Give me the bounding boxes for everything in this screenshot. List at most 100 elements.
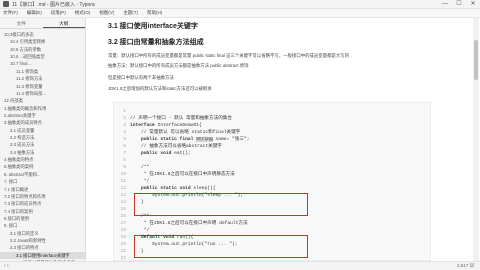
code-token: } — [130, 200, 144, 205]
toggle-sidebar-icon[interactable]: ‹ › — [4, 263, 9, 269]
code-block[interactable]: 1 2// 声明一个接口 - 默认 常量和抽象方法的集合 3 interface In… — [113, 102, 431, 261]
menu-file[interactable]: 文件(F) — [3, 10, 18, 16]
code-line: 4 // 常量默认 可以省略 static和final关键字 — [114, 129, 432, 136]
outline-item[interactable]: 11.4 修饰局部... — [0, 90, 85, 97]
outline-item[interactable]: 7.1 接口概述 — [0, 186, 85, 193]
outline-item[interactable]: 12 内部类 — [0, 97, 85, 104]
code-token: public static void — [130, 186, 191, 191]
sidebar-tabs: 文件 大纲 — [0, 18, 85, 29]
outline-item[interactable]: 10.4 引用类型转换 — [0, 38, 85, 45]
code-token: "run ... " — [204, 242, 233, 247]
menu-help[interactable]: 帮助(H) — [147, 10, 162, 16]
outline-item[interactable]: 3.4 抽象方法 — [0, 149, 85, 156]
outline-item[interactable]: 7.3 接口的成员特点 — [0, 200, 85, 207]
scrollbar-thumb[interactable] — [474, 40, 478, 80]
status-bar: ‹ › 2,617 词 — [0, 261, 480, 270]
menu-format[interactable]: 格式(O) — [75, 10, 91, 16]
sidebar: 文件 大纲 10.3接口的多态 10.4 引用类型转换 10.5 方法的参数 10.6… — [0, 18, 86, 261]
menu-paragraph[interactable]: 段落(P) — [51, 10, 66, 16]
heading-interface-keyword: 3.1 接口使用interface关键字 — [108, 23, 198, 30]
outline-item[interactable]: 10.6 ...返回值类型 — [0, 53, 85, 60]
line-number: 3 — [123, 123, 126, 128]
code-token: */ — [130, 228, 150, 233]
code-token: interface — [130, 123, 155, 128]
editor[interactable]: 3.1 接口使用interface关键字 3.2 接口由常量和抽象方法组成 常量… — [87, 18, 480, 261]
code-token: // 常量默认 可以省略 static和final关键字 — [130, 130, 241, 135]
outline-item[interactable]: 4.抽象类的特点 — [0, 156, 85, 163]
outline-item[interactable]: 7. 接口 — [0, 178, 85, 185]
code-line: 14 } — [114, 199, 432, 206]
code-token: // 抽象方法可以省略abstract关键字 — [130, 144, 222, 149]
word-count[interactable]: 2,617 词 — [457, 263, 474, 269]
code-line: 5 public static final String name= "张三"; — [114, 136, 432, 143]
outline-item[interactable]: 9. 接口 — [0, 222, 85, 229]
outline-item[interactable]: 7.4 接口的案例 — [0, 208, 85, 215]
outline-item[interactable]: 7.2 接口的特点和作用 — [0, 193, 85, 200]
tab-files[interactable]: 文件 — [0, 18, 43, 28]
code-token: ); — [237, 193, 244, 198]
code-token: System.out.println( — [130, 193, 205, 198]
outline-item[interactable]: 11.1 修饰类 — [0, 68, 85, 75]
code-token: ; — [246, 137, 250, 142]
outline-item[interactable]: 6. abstract不能和... — [0, 171, 85, 178]
line-number: 1 — [123, 109, 126, 114]
menu-view[interactable]: 视图(V) — [99, 10, 114, 16]
outline-item[interactable]: 5.抽象类的案例 — [0, 163, 85, 170]
line-number: 20 — [120, 242, 126, 247]
code-token: run(){ — [174, 235, 194, 240]
menu-theme[interactable]: 主题(T) — [123, 10, 138, 16]
code-line: 8 — [114, 157, 432, 164]
code-line: 3 interface InterfaceDemo01{ — [114, 122, 432, 129]
vertical-scrollbar[interactable] — [473, 18, 479, 261]
heading-constants-abstract: 3.2 接口由常量和抽象方法组成 — [108, 39, 204, 46]
code-token: InterfaceDemo01{ — [154, 123, 202, 128]
tab-outline[interactable]: 大纲 — [42, 18, 85, 28]
outline-item[interactable]: 3.3 接口的特点 — [0, 244, 85, 251]
outline-item[interactable]: 3.2 构造方法 — [0, 134, 85, 141]
line-number: 2 — [123, 116, 126, 121]
outline-item[interactable]: 10.7 final... — [0, 60, 85, 67]
line-number: 6 — [123, 144, 126, 149]
line-number: 14 — [120, 200, 126, 205]
close-button[interactable]: ✕ — [466, 0, 480, 9]
line-number: 10 — [120, 172, 126, 177]
paragraph-jdk18: JDK1.8之后增加的默认方法和static方法还可以被继承 — [108, 86, 212, 91]
code-line: 1 — [114, 108, 432, 115]
code-token: } — [130, 249, 144, 254]
line-number: 12 — [120, 186, 126, 191]
app-icon — [3, 1, 9, 7]
outline-item[interactable]: 3.1 接口的定义 — [0, 230, 85, 237]
maximize-button[interactable]: ☐ — [452, 0, 466, 9]
line-number: 17 — [120, 221, 126, 226]
outline-item[interactable]: 3.3 成员方法 — [0, 141, 85, 148]
code-line: 9 /** — [114, 164, 432, 171]
outline-item[interactable]: 2.abstract关键字 — [0, 112, 85, 119]
code-token: public static final — [130, 137, 197, 142]
outline-item[interactable]: 3.1 接口使用interface关键字 — [0, 251, 85, 260]
outline-item[interactable]: 3.抽象类的成员特点 — [0, 119, 85, 126]
outline-item[interactable]: 8.接口的使用 — [0, 215, 85, 222]
code-token: "sleep ... " — [204, 193, 238, 198]
outline-item[interactable]: 11.2 修饰方法 — [0, 75, 85, 82]
code-token: * 在JDK1.8之后可以在接口中声明 default方法 — [130, 221, 248, 226]
code-token: */ — [130, 179, 150, 184]
code-token: eat(); — [171, 151, 191, 156]
outline-item[interactable]: 10.3接口的多态 — [0, 31, 85, 38]
code-token: /** — [130, 165, 150, 170]
code-line: 17 * 在JDK1.8之后可以在接口中声明 default方法 — [114, 220, 432, 227]
code-line: 20 System.out.println("run ... "); — [114, 241, 432, 248]
menu-edit[interactable]: 编辑(E) — [27, 10, 42, 16]
outline-item[interactable]: 10.5 方法的参数 — [0, 46, 85, 53]
outline-item[interactable]: 3.1 成员变量 — [0, 127, 85, 134]
outline-item[interactable]: 3.2 Java8的新特性 — [0, 237, 85, 244]
code-token: // 声明一个接口 - 默认 常量和抽象方法的集合 — [130, 116, 232, 121]
minimize-button[interactable]: — — [438, 0, 452, 9]
outline-item[interactable]: 11.3 修饰变量 — [0, 83, 85, 90]
line-number: 18 — [120, 228, 126, 233]
outline-item[interactable]: 1.抽象类的概念和作用 — [0, 105, 85, 112]
code-token: ); — [232, 242, 238, 247]
line-number: 7 — [123, 151, 126, 156]
line-number: 13 — [120, 193, 126, 198]
code-line: 16 /** — [114, 213, 432, 220]
line-number: 19 — [120, 235, 126, 240]
